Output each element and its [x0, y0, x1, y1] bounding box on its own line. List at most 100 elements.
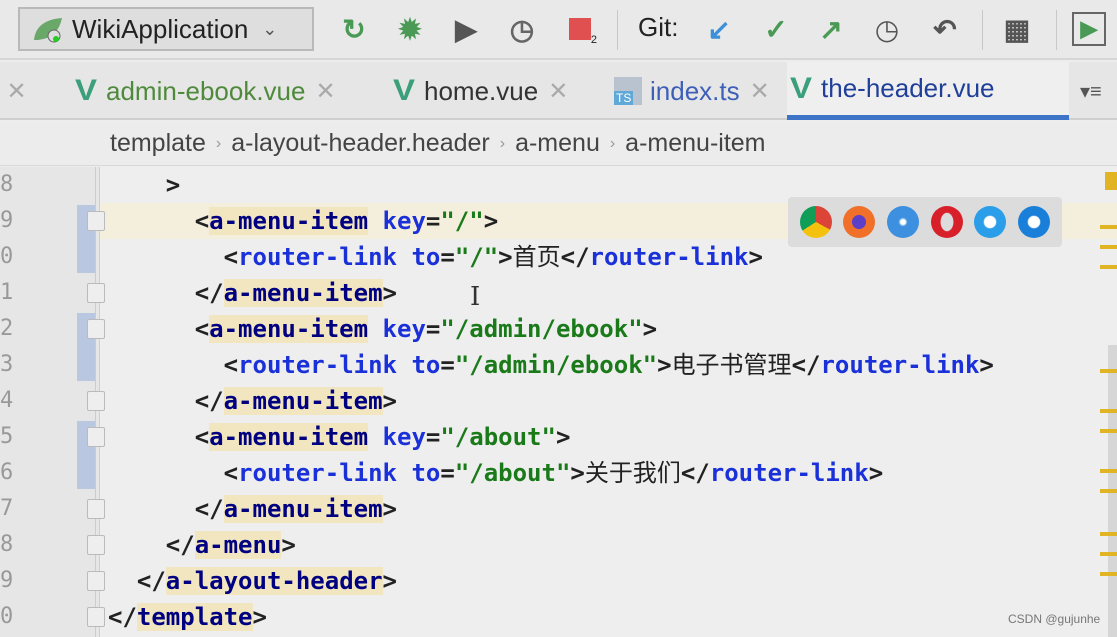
code-editor[interactable]: 8901234567890 > <a-menu-item key="/"> <rou…: [0, 167, 1117, 637]
warning-marker[interactable]: [1100, 225, 1117, 229]
text-cursor-icon: I: [470, 282, 481, 312]
warning-marker[interactable]: [1100, 572, 1117, 576]
breadcrumb-item[interactable]: a-menu: [515, 129, 600, 158]
stop-button[interactable]: 2: [563, 12, 597, 46]
code-line: <a-menu-item key="/admin/ebook">: [195, 311, 657, 347]
code-token: </: [136, 567, 166, 595]
toolbar-divider: [1056, 10, 1057, 50]
fold-end-icon[interactable]: [87, 571, 105, 591]
tab-index-ts[interactable]: TS index.ts ✕: [610, 62, 775, 120]
code-token: a-menu-item: [223, 495, 383, 523]
code-token: 关于我们: [584, 459, 681, 487]
code-token: >: [555, 423, 571, 451]
code-line: <a-menu-item key="/about">: [195, 419, 571, 455]
update-icon[interactable]: ↙: [702, 12, 736, 46]
tab-admin-ebook-vue[interactable]: Vadmin-ebook.vue ✕: [72, 62, 372, 120]
code-token: =: [425, 207, 441, 235]
code-token: "/admin/ebook": [440, 315, 643, 343]
firefox-icon[interactable]: [843, 206, 876, 238]
code-token: >: [382, 279, 397, 307]
code-token: template: [136, 603, 253, 631]
run-window-icon[interactable]: ▶: [1072, 12, 1106, 46]
fold-end-icon[interactable]: [87, 499, 105, 519]
code-token: to: [411, 459, 441, 487]
tab-label: the-header.vue: [821, 73, 995, 103]
breadcrumb-item[interactable]: a-layout-header.header: [231, 129, 490, 158]
code-token: >: [483, 207, 499, 235]
fold-collapse-icon[interactable]: [87, 319, 105, 339]
line-number: 9: [0, 568, 14, 593]
code-line: </template>: [108, 599, 267, 635]
line-number: 8: [0, 532, 14, 557]
profile-icon[interactable]: ◷: [505, 12, 539, 46]
tab-the-header-vue[interactable]: Vthe-header.vue: [787, 62, 1069, 120]
chrome-icon[interactable]: [799, 206, 832, 238]
tab-label: index.ts: [650, 75, 740, 106]
project-structure-icon[interactable]: ▦: [1000, 12, 1034, 46]
line-number: 0: [0, 244, 14, 269]
warning-marker[interactable]: [1100, 265, 1117, 269]
commit-icon[interactable]: ✓: [759, 12, 793, 46]
fold-collapse-icon[interactable]: [87, 211, 105, 231]
rerun-icon[interactable]: ↻: [337, 12, 371, 46]
code-line: </a-menu-item>: [195, 491, 397, 527]
ie-icon[interactable]: [974, 206, 1007, 238]
code-line: </a-menu-item>: [195, 383, 397, 419]
tab-list-menu-icon[interactable]: ▾≡: [1080, 62, 1102, 120]
warning-marker[interactable]: [1100, 532, 1117, 536]
warning-marker[interactable]: [1100, 552, 1117, 556]
toolbar-divider: [617, 10, 618, 50]
chevron-down-icon: ⌄: [262, 18, 278, 39]
history-icon[interactable]: ◷: [870, 12, 904, 46]
line-number: 1: [0, 280, 14, 305]
warning-marker[interactable]: [1100, 469, 1117, 473]
code-token: router-link: [238, 459, 397, 487]
close-icon[interactable]: ✕: [548, 77, 568, 105]
code-token: =: [440, 459, 455, 487]
code-token: >: [382, 567, 397, 595]
run-configuration-select[interactable]: WikiApplication ⌄: [18, 7, 314, 51]
line-number: 8: [0, 172, 14, 197]
debug-icon[interactable]: ✹: [393, 12, 427, 46]
close-icon[interactable]: ✕: [315, 77, 335, 105]
code-token: =: [425, 423, 441, 451]
gutter: 8 9 0 1 2 3 4 5 6 7 8 9 0: [0, 167, 105, 637]
tab-home-vue[interactable]: Vhome.vue ✕: [390, 62, 590, 120]
fold-collapse-icon[interactable]: [87, 427, 105, 447]
safari-icon[interactable]: [887, 206, 920, 238]
code-line: </a-menu>: [166, 527, 296, 563]
tab-e[interactable]: e✕: [0, 62, 52, 120]
code-token: <: [223, 243, 239, 271]
run-configuration-label: WikiApplication: [72, 13, 249, 44]
breadcrumb-item[interactable]: template: [110, 129, 206, 158]
warning-marker[interactable]: [1100, 429, 1117, 433]
code-token: "/": [440, 207, 484, 235]
rollback-icon[interactable]: ↶: [928, 12, 962, 46]
warning-marker[interactable]: [1100, 369, 1117, 373]
code-token: a-menu-item: [209, 423, 369, 451]
code-line: >: [166, 167, 180, 203]
warning-marker[interactable]: [1100, 489, 1117, 493]
opera-icon[interactable]: [930, 206, 963, 238]
close-icon[interactable]: ✕: [6, 77, 26, 105]
warning-marker[interactable]: [1100, 409, 1117, 413]
fold-end-icon[interactable]: [87, 283, 105, 303]
code-token: router-link: [589, 243, 749, 271]
stop-icon: [569, 18, 591, 40]
fold-end-icon[interactable]: [87, 391, 105, 411]
close-icon[interactable]: ✕: [750, 77, 770, 105]
fold-end-icon[interactable]: [87, 607, 105, 627]
coverage-icon[interactable]: ▶: [449, 12, 483, 46]
edge-icon[interactable]: [1018, 206, 1051, 238]
code-token: <: [194, 315, 210, 343]
code-token: router-link: [820, 351, 980, 379]
breadcrumb-item[interactable]: a-menu-item: [625, 129, 765, 158]
warning-marker[interactable]: [1100, 245, 1117, 249]
push-icon[interactable]: ↗: [814, 12, 848, 46]
code-token: =: [440, 243, 455, 271]
code-token: to: [411, 351, 441, 379]
fold-end-icon[interactable]: [87, 535, 105, 555]
